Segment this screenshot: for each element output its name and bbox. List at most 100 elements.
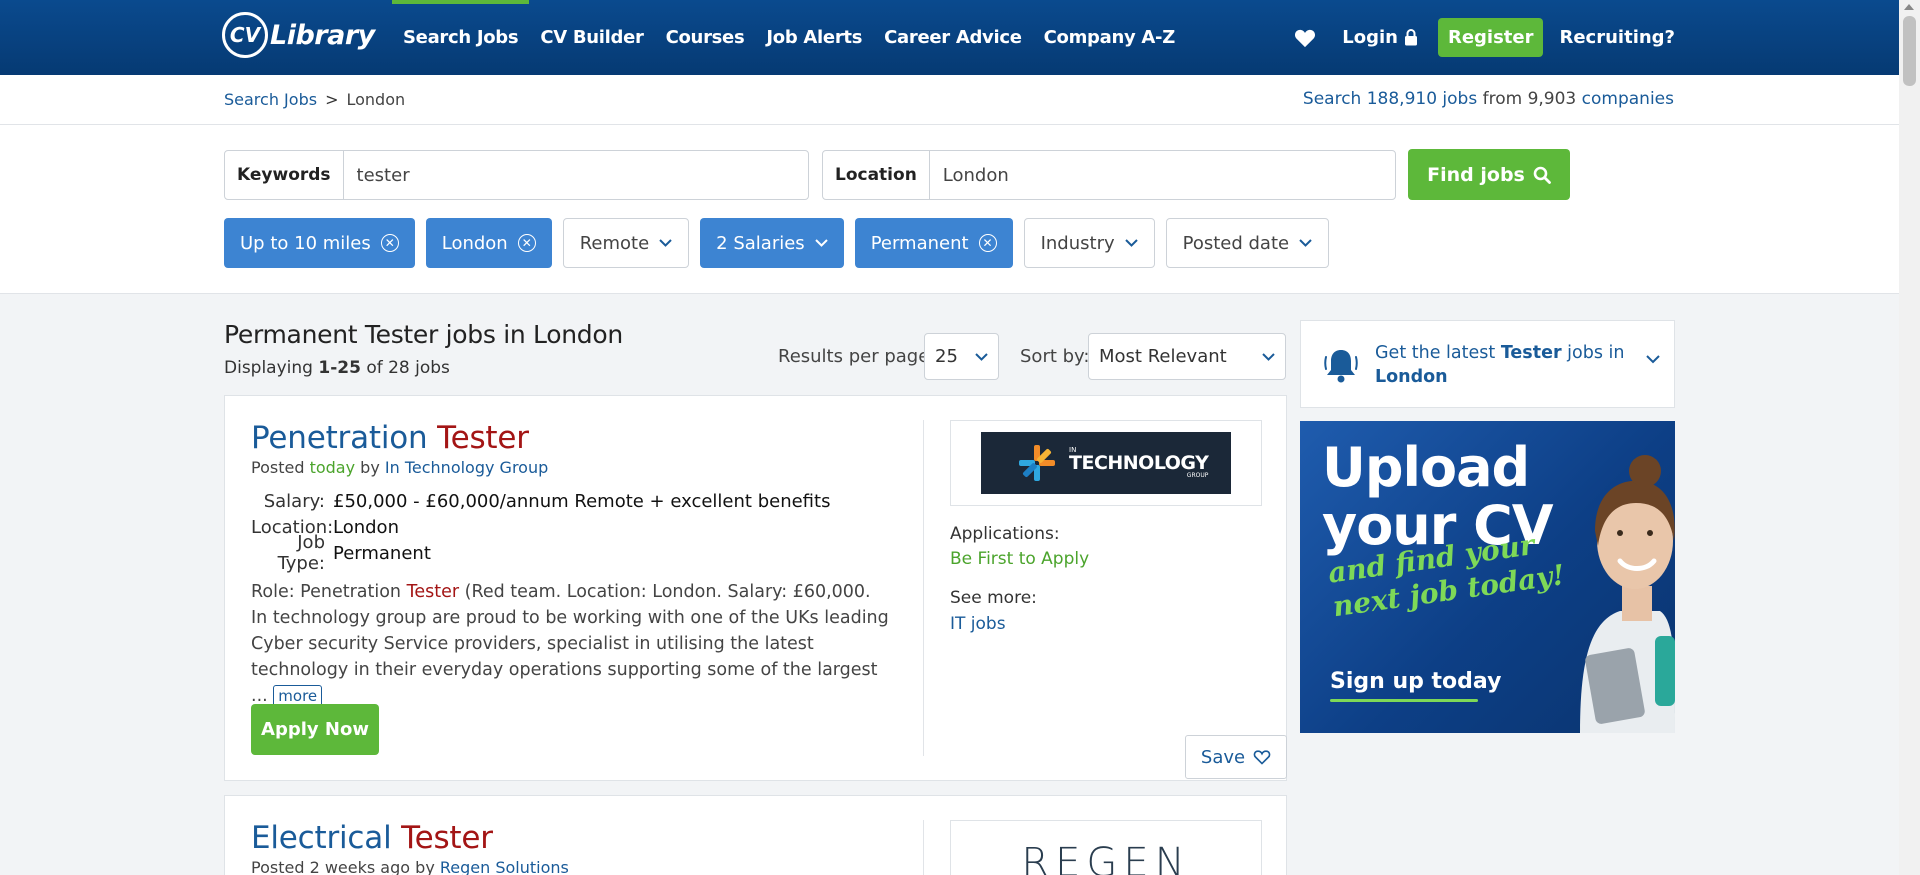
remove-filter-icon[interactable]: ✕ [978,234,997,252]
filter-posted-date-label: Posted date [1182,232,1290,254]
salary-value: £50,000 - £60,000/annum Remote + excelle… [333,490,831,512]
nav-company-a-z[interactable]: Company A-Z [1033,0,1186,75]
keywords-field[interactable]: Keywords tester [224,150,809,200]
filter-posted-date[interactable]: Posted date [1165,218,1330,268]
alert-location: London [1375,367,1448,387]
promo-cta[interactable]: Sign up today [1330,669,1501,694]
job-title-link[interactable]: Penetration Tester [251,420,529,456]
posted-when: 2 weeks ago [309,858,411,875]
scroll-up-arrow-icon[interactable] [1904,4,1914,10]
filter-location[interactable]: London ✕ [425,218,552,268]
see-more-link[interactable]: IT jobs [950,614,1006,634]
see-more-label: See more: [950,588,1037,608]
stats-jobs-link[interactable]: 188,910 jobs [1367,89,1477,109]
cv-library-logo[interactable]: CV Library [222,10,375,60]
smiling-woman-photo [1580,455,1675,733]
stats-companies-count: 9,903 [1527,89,1577,109]
nav-career-advice[interactable]: Career Advice [873,0,1033,75]
in-technology-group-logo: IN TECHNOLOGY GROUP [981,432,1231,494]
nav-search-jobs[interactable]: Search Jobs [392,0,530,75]
logo-big-text: TECHNOLOGY [1069,452,1209,474]
breadcrumb-search-jobs[interactable]: Search Jobs [224,90,317,109]
sort-select[interactable]: Most Relevant [1088,333,1286,380]
location-row: Location: London [251,514,830,540]
keywords-label: Keywords [225,151,344,199]
filter-remote[interactable]: Remote [562,218,690,268]
per-page-label: Results per page: [778,346,936,367]
top-nav: CV Library Search Jobs CV Builder Course… [0,0,1899,75]
filter-job-type-label: Permanent [870,232,969,254]
heart-outline-icon [1253,750,1271,765]
stats-companies-link[interactable]: companies [1582,89,1674,109]
per-page-value: 25 [935,346,958,367]
sort-value: Most Relevant [1099,346,1227,367]
saved-jobs-heart-icon[interactable] [1294,28,1316,48]
filter-bar: Up to 10 miles ✕ London ✕ Remote 2 Salar… [224,218,1330,268]
scroll-thumb[interactable] [1903,16,1916,86]
salary-label: Salary: [263,490,325,512]
breadcrumb-separator: > [325,90,339,109]
filter-location-label: London [441,232,508,254]
posted-prefix: Posted [251,458,305,477]
recruiting-link[interactable]: Recruiting? [1559,27,1675,48]
filter-job-type[interactable]: Permanent ✕ [854,218,1013,268]
sort-label: Sort by: [1020,346,1090,367]
job-card: Electrical Tester Posted 2 weeks ago by … [224,795,1287,875]
filter-distance[interactable]: Up to 10 miles ✕ [224,218,415,268]
company-link[interactable]: Regen Solutions [440,858,569,875]
alert-middle: jobs in [1567,343,1625,363]
nav-cv-builder[interactable]: CV Builder [529,0,654,75]
nav-account: Login Register Recruiting? [1294,0,1675,75]
posted-when: today [309,458,356,477]
card-divider [923,820,924,875]
promo-underline [1330,699,1478,702]
find-jobs-button[interactable]: Find jobs [1408,149,1570,200]
keywords-input[interactable]: tester [344,165,410,186]
company-logo[interactable]: REGEN [950,820,1262,875]
job-description: Role: Penetration Tester (Red team. Loca… [251,579,891,709]
chevron-down-icon [1124,239,1138,247]
logo-wordmark: Library [270,19,375,51]
location-input[interactable]: London [930,165,1009,186]
job-posted: Posted 2 weeks ago by Regen Solutions [251,858,569,875]
filter-industry-label: Industry [1040,232,1115,254]
job-alert-box[interactable]: Get the latest Tester jobs in London [1300,320,1675,408]
filter-industry[interactable]: Industry [1023,218,1155,268]
job-title-main: Penetration [251,420,428,456]
apply-now-button[interactable]: Apply Now [251,704,379,755]
login-link[interactable]: Login [1342,27,1418,48]
applications-value: Be First to Apply [950,549,1090,569]
register-button[interactable]: Register [1437,18,1544,57]
search-icon [1533,166,1551,184]
promo-heading-line1: Upload [1322,436,1530,499]
upload-cv-banner[interactable]: Upload your CV and find your next job to… [1300,421,1675,733]
job-title-link[interactable]: Electrical Tester [251,820,493,856]
results-count-suffix: of 28 jobs [366,358,450,378]
page-scrollbar[interactable] [1899,0,1920,875]
nav-job-alerts[interactable]: Job Alerts [755,0,873,75]
posted-by: by [360,458,380,477]
company-logo[interactable]: IN TECHNOLOGY GROUP [950,420,1262,506]
login-label: Login [1342,27,1398,48]
job-type-label: Job Type: [277,532,325,574]
chevron-down-icon [659,239,672,247]
job-title-keyword: Tester [401,820,493,856]
breadcrumb-current: London [346,90,406,109]
chevron-down-icon[interactable] [1646,355,1660,364]
remove-filter-icon[interactable]: ✕ [380,234,399,252]
filter-salary[interactable]: 2 Salaries [700,218,844,268]
company-link[interactable]: In Technology Group [385,458,548,477]
salary-row: Salary: £50,000 - £60,000/annum Remote +… [251,488,831,514]
nav-courses[interactable]: Courses [655,0,756,75]
remove-filter-icon[interactable]: ✕ [517,234,536,252]
stats-prefix: Search [1302,89,1362,109]
chevron-down-icon [975,352,988,361]
location-field[interactable]: Location London [822,150,1396,200]
breadcrumb-bar: Search Jobs > London Search 188,910 jobs f… [0,75,1899,125]
results-title: Permanent Tester jobs in London [224,320,623,349]
save-label: Save [1200,746,1246,768]
save-job-button[interactable]: Save [1185,735,1287,779]
per-page-select[interactable]: 25 [924,333,999,380]
filter-salary-label: 2 Salaries [716,232,805,254]
job-meta: Salary: £50,000 - £60,000/annum Remote +… [251,488,831,575]
